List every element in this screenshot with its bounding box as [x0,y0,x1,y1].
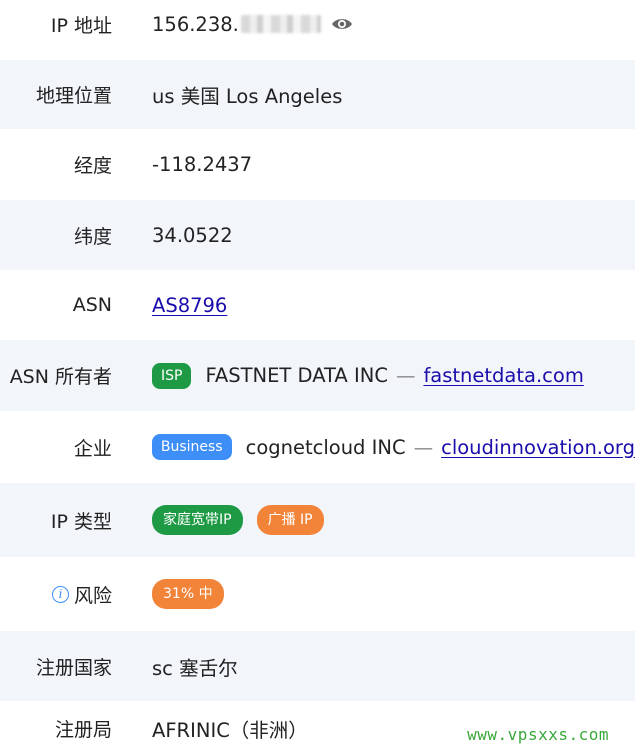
info-circle-icon[interactable]: i [51,585,69,603]
company-link[interactable]: cloudinnovation.org [441,436,635,459]
row-ip-type: IP 类型 家庭宽带IP 广播 IP [0,483,635,557]
row-geo-location: 地理位置 us 美国 Los Angeles [0,60,635,129]
company-value: Business cognetcloud INC — cloudinnovati… [151,434,635,460]
risk-label-wrap: i 风险 [0,581,112,608]
registration-country-label: 注册国家 [35,656,112,679]
row-asn: ASN AS8796 [0,270,635,340]
business-badge: Business [151,434,232,460]
eye-icon[interactable] [331,17,353,31]
registration-country-value: sc 塞舌尔 [152,656,238,680]
ip-type-value: 家庭宽带IP 广播 IP [152,505,338,535]
row-registration-country: 注册国家 sc 塞舌尔 [0,631,635,701]
asn-owner-label: ASN 所有者 [9,366,112,388]
row-company: 企业 Business cognetcloud INC — cloudinnov… [0,411,635,483]
latitude-value: 34.0522 [152,223,233,247]
geo-location-label: 地理位置 [35,85,112,107]
asn-value: AS8796 [152,294,227,317]
ip-address-label: IP 地址 [50,14,112,37]
longitude-label: 经度 [73,155,112,177]
ip-type-label: IP 类型 [50,510,112,533]
broadcast-ip-badge: 广播 IP [256,505,324,535]
asn-label: ASN [72,294,112,316]
risk-label: 风险 [73,584,112,607]
ip-address-value: 156.238. [152,13,353,36]
registry-label: 注册局 [54,719,112,741]
asn-link[interactable]: AS8796 [152,294,227,317]
home-broadband-badge: 家庭宽带IP [152,505,243,535]
row-latitude: 纬度 34.0522 [0,200,635,270]
isp-badge: ISP [152,362,192,389]
risk-value: 31% 中 [152,579,238,609]
longitude-value: -118.2437 [152,153,253,176]
ip-address-masked [240,15,321,33]
row-ip-address: IP 地址 156.238. [0,0,635,48]
row-asn-owner: ASN 所有者 ISP FASTNET DATA INC — fastnetda… [0,340,635,411]
asn-owner-name: FASTNET DATA INC [205,364,388,387]
company-label: 企业 [73,437,112,460]
company-separator: — [413,435,434,459]
asn-owner-link[interactable]: fastnetdata.com [423,364,583,387]
row-longitude: 经度 -118.2437 [0,129,635,200]
risk-badge: 31% 中 [152,579,224,609]
watermark: www.vpsxxs.com [467,725,609,744]
geo-location-value: us 美国 Los Angeles [152,85,343,108]
latitude-label: 纬度 [73,225,112,248]
company-name: cognetcloud INC [245,435,406,459]
ip-address-text: 156.238. [152,12,239,36]
asn-owner-separator: — [395,364,416,387]
asn-owner-value: ISP FASTNET DATA INC — fastnetdata.com [152,362,584,389]
row-risk: i 风险 31% 中 [0,557,635,631]
registry-value: AFRINIC（非洲） [152,719,308,742]
